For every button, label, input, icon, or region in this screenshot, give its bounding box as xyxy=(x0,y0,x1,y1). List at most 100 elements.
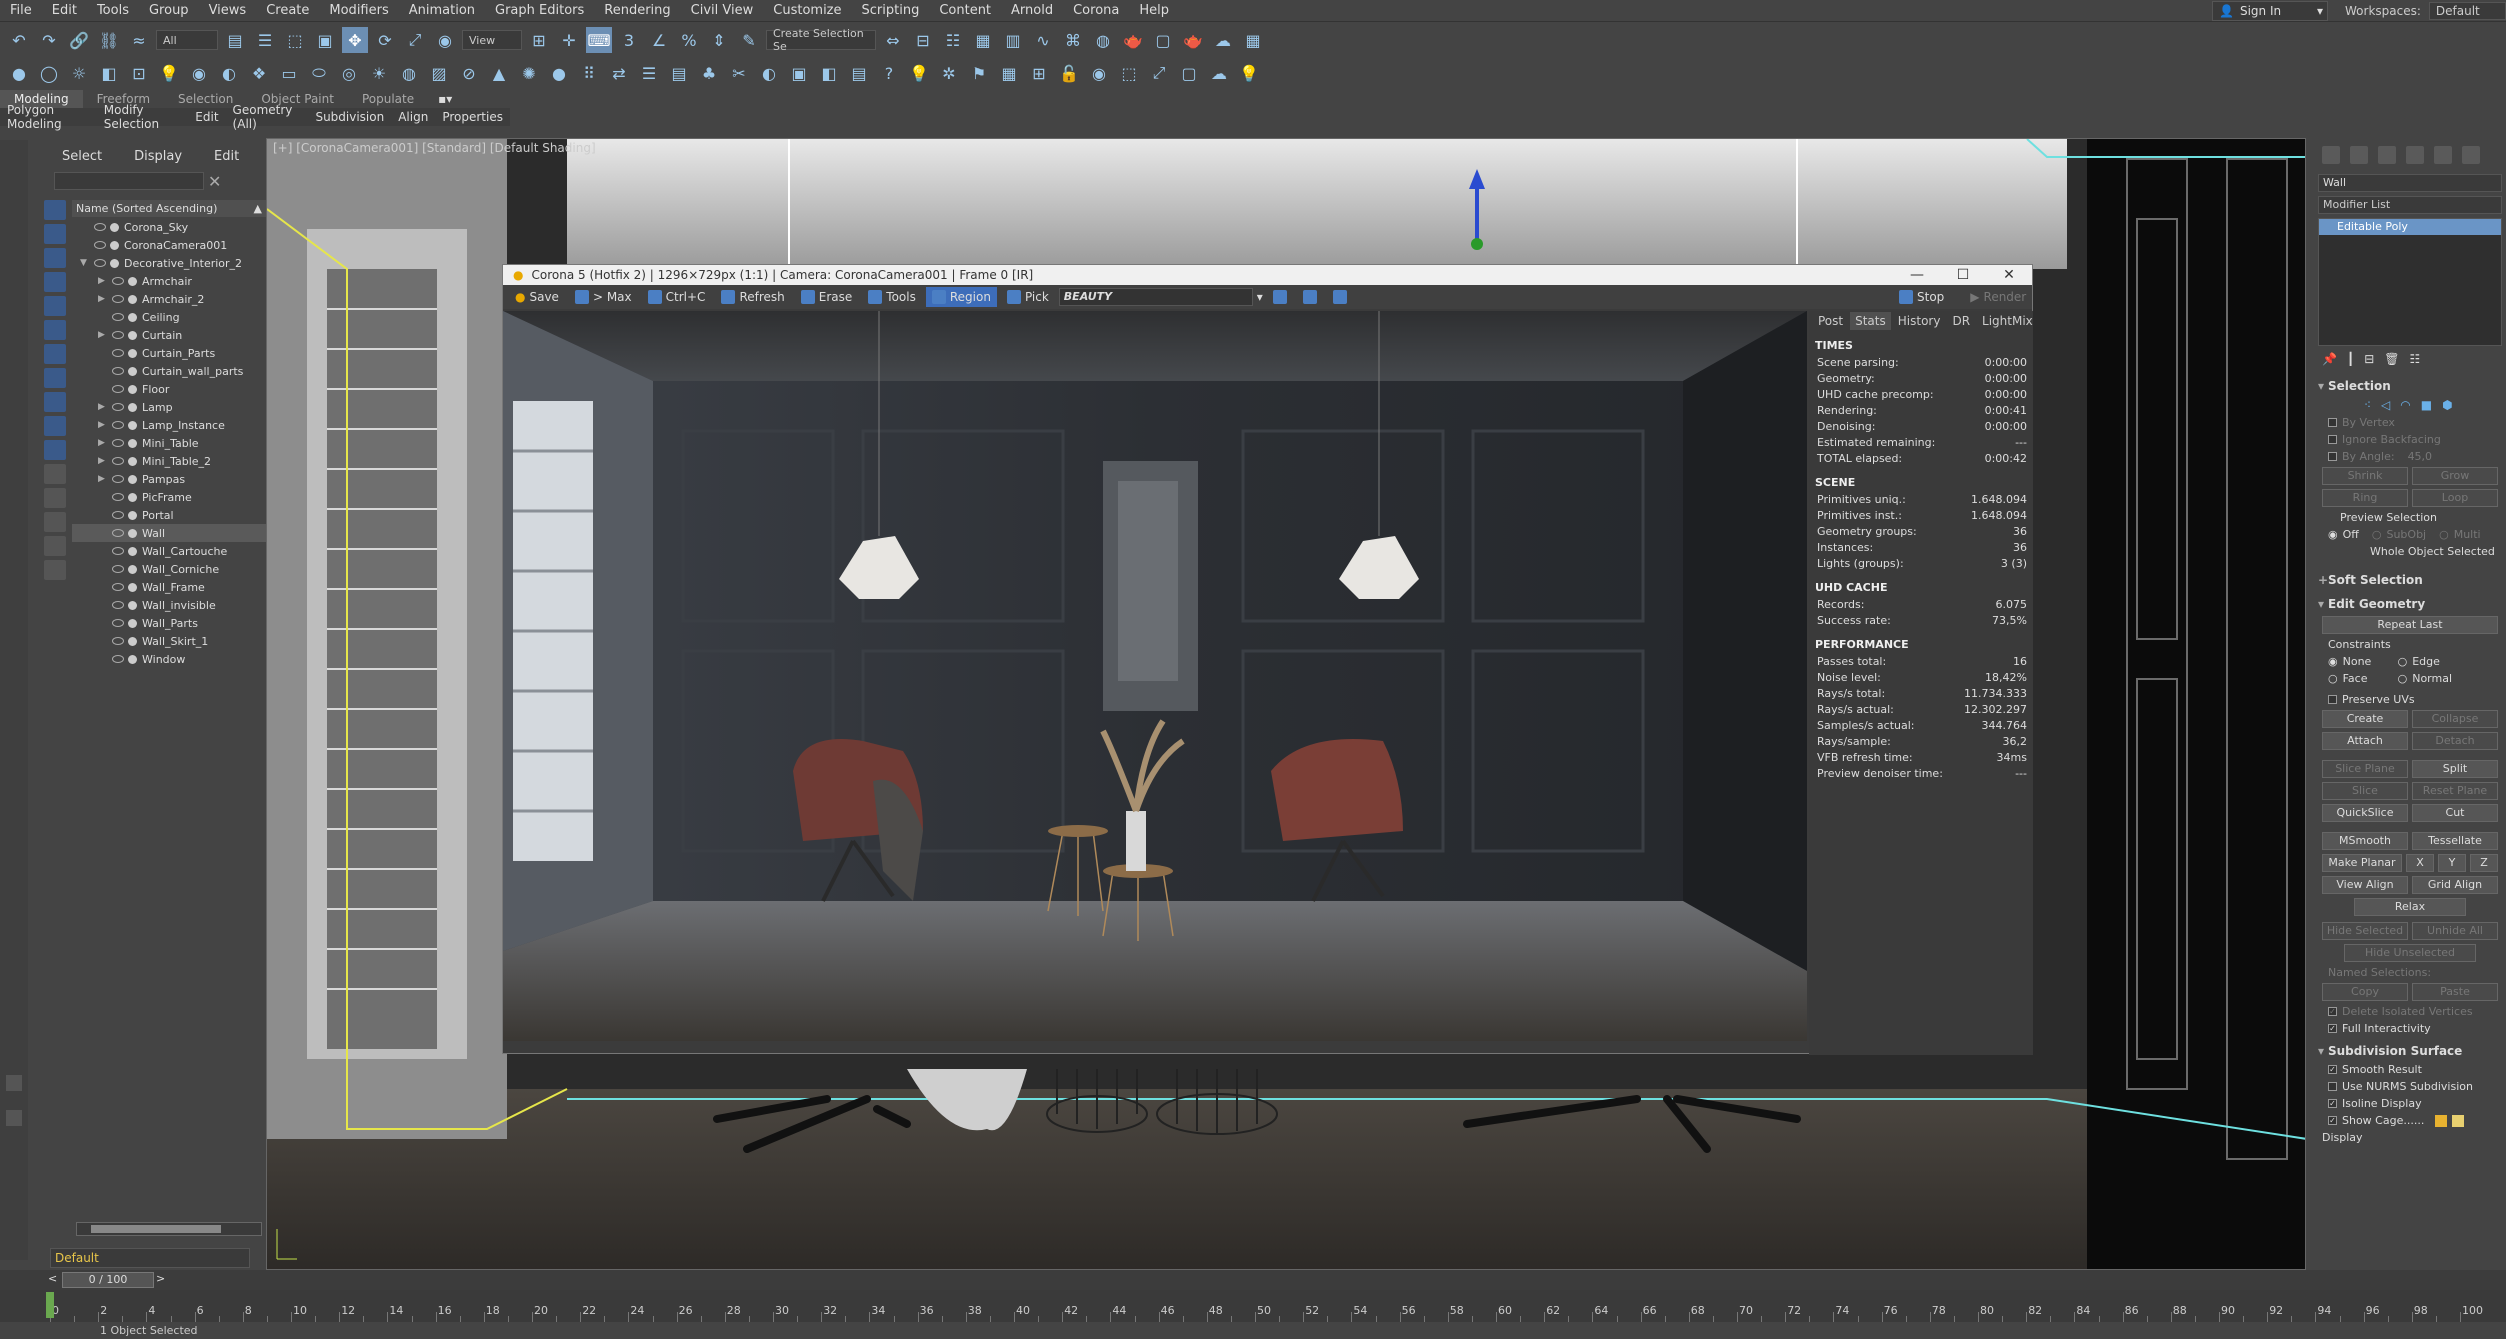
corona-camera-icon[interactable]: ◉ xyxy=(186,60,212,86)
sun-light-icon[interactable]: ✺ xyxy=(516,60,542,86)
menu-item-create[interactable]: Create xyxy=(256,3,319,18)
layer-dropdown[interactable]: Default xyxy=(50,1248,250,1268)
menu-item-rendering[interactable]: Rendering xyxy=(594,3,680,18)
explorer-filter-icon[interactable] xyxy=(44,296,66,316)
redo-icon[interactable]: ↷ xyxy=(36,27,62,53)
menu-item-file[interactable]: File xyxy=(0,3,42,18)
spinner-snap-icon[interactable]: ⇕ xyxy=(706,27,732,53)
help-icon[interactable]: ? xyxy=(876,60,902,86)
scatter-icon[interactable]: ❖ xyxy=(246,60,272,86)
remove-modifier-icon[interactable]: 🗑 xyxy=(2384,352,2399,368)
select-object-icon[interactable]: ▤ xyxy=(222,27,248,53)
bulb-icon[interactable]: 💡 xyxy=(1236,60,1262,86)
cage-color-swatch-2[interactable] xyxy=(2452,1114,2465,1127)
explorer-filter-icon[interactable] xyxy=(44,200,66,220)
lister-icon[interactable]: ☰ xyxy=(636,60,662,86)
layers-icon[interactable]: ▤ xyxy=(846,60,872,86)
explorer-filter-icon[interactable] xyxy=(44,344,66,364)
cage-color-swatch-1[interactable] xyxy=(2435,1114,2448,1127)
time-marker[interactable] xyxy=(46,1292,54,1318)
eye-icon[interactable] xyxy=(112,511,124,519)
sky-icon[interactable]: ☀ xyxy=(366,60,392,86)
eye-icon[interactable] xyxy=(112,349,124,357)
tessellate-button[interactable]: Tessellate xyxy=(2412,832,2498,850)
minimize-icon[interactable]: — xyxy=(1894,265,1940,285)
selection-rollout-header[interactable]: Selection xyxy=(2314,376,2506,396)
explorer-filter-icon[interactable] xyxy=(44,320,66,340)
a360-gallery-icon[interactable]: ▦ xyxy=(1240,27,1266,53)
explorer-filter-icon[interactable] xyxy=(44,248,66,268)
hide-unselected-button[interactable]: Hide Unselected xyxy=(2344,944,2476,962)
explorer-filter-icon[interactable] xyxy=(44,368,66,388)
explorer-item[interactable]: ▶ Curtain xyxy=(72,326,266,344)
unhide-all-button[interactable]: Unhide All xyxy=(2412,922,2498,940)
ribbon-tab-populate[interactable]: Populate xyxy=(348,90,428,108)
named-selection-sets[interactable]: Create Selection Se xyxy=(766,27,876,53)
edit-named-selection-icon[interactable]: ✎ xyxy=(736,27,762,53)
display-tab-icon[interactable] xyxy=(2434,146,2452,164)
zoom-fit-button[interactable] xyxy=(1327,287,1353,307)
explorer-filter-icon[interactable] xyxy=(44,416,66,436)
ribbon-subtab-modify-selection[interactable]: Modify Selection xyxy=(97,103,189,131)
eye-icon[interactable] xyxy=(112,331,124,339)
eye-icon[interactable] xyxy=(112,385,124,393)
expand-icon[interactable]: ▶ xyxy=(98,474,105,484)
eye-icon[interactable] xyxy=(112,529,124,537)
explorer-item[interactable]: Curtain_Parts xyxy=(72,344,266,362)
flag-icon[interactable]: ⚑ xyxy=(966,60,992,86)
eye-icon[interactable] xyxy=(112,565,124,573)
toggle-layer-explorer-icon[interactable]: ▦ xyxy=(970,27,996,53)
viewport-layout-icon[interactable] xyxy=(6,1075,22,1091)
frame-icon[interactable]: ⬚ xyxy=(1116,60,1142,86)
explorer-menu-edit[interactable]: Edit xyxy=(214,149,239,164)
menu-item-corona[interactable]: Corona xyxy=(1063,3,1129,18)
ribbon-options-icon[interactable]: ▪▾ xyxy=(438,92,452,106)
vfb-tab-dr[interactable]: DR xyxy=(1947,312,1975,330)
decal-icon[interactable]: ▭ xyxy=(276,60,302,86)
border-icon[interactable]: ◠ xyxy=(2400,398,2410,412)
vfb-tab-lightmix[interactable]: LightMix xyxy=(1977,312,2038,330)
sign-in-dropdown[interactable]: 👤 Sign In ▾ xyxy=(2212,1,2328,21)
hierarchy-tab-icon[interactable] xyxy=(2378,146,2396,164)
plane-icon[interactable]: ⊘ xyxy=(456,60,482,86)
eye-icon[interactable] xyxy=(112,601,124,609)
chevron-down-icon[interactable]: ▾ xyxy=(1257,290,1263,304)
light-icon[interactable]: ☼ xyxy=(66,60,92,86)
expand-icon[interactable]: ⤢ xyxy=(1146,60,1172,86)
polygon-icon[interactable]: ■ xyxy=(2421,398,2432,412)
ribbon-subtab-polygon-modeling[interactable]: Polygon Modeling xyxy=(0,103,97,131)
repeat-last-button[interactable]: Repeat Last xyxy=(2322,616,2498,634)
explorer-item[interactable]: Wall_Frame xyxy=(72,578,266,596)
vfb-refresh-button[interactable]: Refresh xyxy=(715,287,790,307)
make-planar-button[interactable]: Make Planar xyxy=(2322,854,2402,872)
planar-x-button[interactable]: X xyxy=(2406,854,2434,872)
eye-icon[interactable] xyxy=(112,619,124,627)
tools-icon[interactable]: ✂ xyxy=(726,60,752,86)
explorer-item[interactable]: Wall xyxy=(72,524,266,542)
menu-item-graph-editors[interactable]: Graph Editors xyxy=(485,3,594,18)
hdri-icon[interactable]: ◉ xyxy=(1086,60,1112,86)
explorer-item[interactable]: Wall_Parts xyxy=(72,614,266,632)
menu-item-scripting[interactable]: Scripting xyxy=(852,3,930,18)
unlock-icon[interactable]: 🔓 xyxy=(1056,60,1082,86)
utilities-tab-icon[interactable] xyxy=(2462,146,2480,164)
scrollbar-thumb[interactable] xyxy=(91,1225,221,1233)
explorer-item[interactable]: ▶ Armchair xyxy=(72,272,266,290)
unlink-icon[interactable]: ⛓ xyxy=(96,27,122,53)
expand-icon[interactable]: ▶ xyxy=(98,294,105,304)
mirror-icon[interactable]: ⇔ xyxy=(880,27,906,53)
vfb-region-button[interactable]: Region xyxy=(925,287,997,307)
walkthrough-icon[interactable]: ⊞ xyxy=(1026,60,1052,86)
quickslice-button[interactable]: QuickSlice xyxy=(2322,804,2408,822)
eye-icon[interactable] xyxy=(112,295,124,303)
material-library-icon[interactable]: ▤ xyxy=(666,60,692,86)
by-angle-checkbox[interactable]: By Angle: 45,0 xyxy=(2314,448,2506,465)
place-icon[interactable]: ◉ xyxy=(432,27,458,53)
soft-selection-rollout-header[interactable]: Soft Selection xyxy=(2314,570,2506,590)
sphere-solid-icon[interactable]: ● xyxy=(546,60,572,86)
zoom-in-button[interactable] xyxy=(1267,287,1293,307)
render-button[interactable]: ▶ Render xyxy=(1964,287,2032,307)
explorer-filter-icon[interactable] xyxy=(44,512,66,532)
explorer-search-input[interactable] xyxy=(54,172,204,190)
stack-item-editable-poly[interactable]: Editable Poly xyxy=(2319,219,2501,235)
